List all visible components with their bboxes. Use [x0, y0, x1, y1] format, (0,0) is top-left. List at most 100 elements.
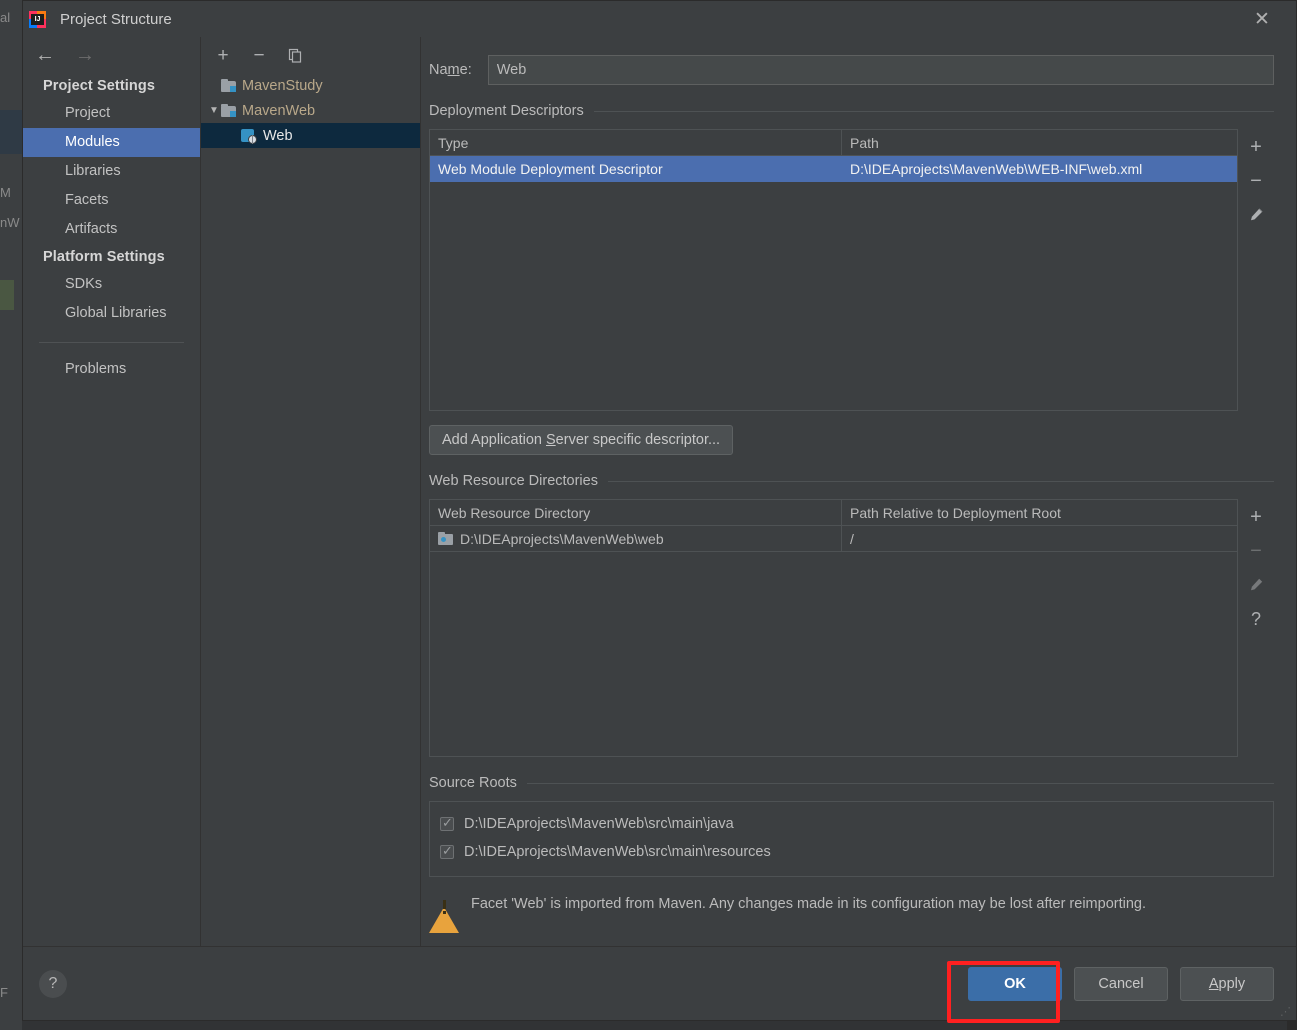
btn-label-post: erver specific descriptor...	[555, 432, 721, 448]
section-divider	[526, 782, 1274, 784]
btn-label-mnemonic: S	[546, 432, 556, 448]
help-button[interactable]: ?	[39, 969, 67, 998]
table-row[interactable]: Web Module Deployment Descriptor D:\IDEA…	[430, 156, 1237, 182]
cell-relative-path: /	[850, 530, 854, 547]
column-header-type[interactable]: Type	[430, 130, 842, 155]
edit-web-resource-button[interactable]	[1242, 571, 1270, 599]
edit-descriptor-button[interactable]	[1242, 201, 1270, 229]
facet-warning-row: Facet 'Web' is imported from Maven. Any …	[429, 891, 1274, 933]
name-label-pre: Na	[429, 62, 448, 78]
cell-web-resource-directory: D:\IDEAprojects\MavenWeb\web	[430, 526, 842, 551]
sidebar-divider	[39, 342, 184, 343]
add-web-resource-button[interactable]: +	[1242, 503, 1270, 531]
sidebar-item-libraries[interactable]: Libraries	[23, 157, 200, 186]
cancel-button[interactable]: Cancel	[1074, 966, 1168, 1001]
app-icon-text: IJ	[31, 13, 44, 25]
cell-path: D:\IDEAprojects\MavenWeb\WEB-INF\web.xml	[850, 161, 1143, 177]
module-icon	[221, 79, 236, 92]
table-row[interactable]: D:\IDEAprojects\MavenWeb\web /	[430, 526, 1237, 552]
section-divider	[593, 110, 1274, 112]
tree-node-label: Web	[263, 127, 293, 144]
web-resource-directories-section: Web Resource Directories Web Resource Di…	[429, 473, 1274, 757]
cell-type: Web Module Deployment Descriptor	[438, 161, 663, 177]
back-arrow-icon[interactable]: ←	[35, 45, 55, 65]
module-tree-toolbar: + −	[201, 37, 420, 73]
background-selected-row	[0, 110, 22, 154]
web-resource-help-button[interactable]: ?	[1242, 605, 1270, 633]
ok-button[interactable]: OK	[968, 966, 1062, 1001]
background-left-strip	[0, 0, 22, 1030]
tree-node-label: MavenStudy	[242, 77, 323, 94]
remove-module-button[interactable]: −	[249, 45, 269, 65]
sidebar-item-modules[interactable]: Modules	[23, 128, 200, 157]
deployment-descriptors-toolbar: + −	[1238, 129, 1274, 411]
add-descriptor-button[interactable]: +	[1242, 133, 1270, 161]
name-input[interactable]	[487, 55, 1274, 85]
column-header-path-relative[interactable]: Path Relative to Deployment Root	[842, 500, 1237, 525]
dialog-body: ← → Project Settings Project Modules Lib…	[23, 37, 1296, 946]
remove-descriptor-button[interactable]: −	[1242, 167, 1270, 195]
tree-row[interactable]: MavenStudy	[201, 73, 420, 98]
sidebar-item-problems[interactable]: Problems	[23, 355, 200, 384]
dialog-footer: ? OK Cancel Apply ⋰	[23, 946, 1296, 1020]
intellij-idea-icon: IJ	[29, 10, 46, 28]
warning-triangle-icon	[429, 891, 459, 933]
deployment-descriptors-title: Deployment Descriptors	[429, 103, 584, 119]
deployment-descriptors-header: Deployment Descriptors	[429, 103, 1274, 119]
sidebar-navigation-arrows: ← →	[23, 37, 200, 73]
deployment-descriptors-table: Type Path Web Module Deployment Descript…	[429, 129, 1238, 411]
add-server-descriptor-row: Add Application Server specific descript…	[429, 425, 1274, 455]
name-label-post: e:	[459, 62, 472, 78]
sidebar-item-sdks[interactable]: SDKs	[23, 270, 200, 299]
web-resource-table-wrap: Web Resource Directory Path Relative to …	[429, 499, 1274, 757]
remove-web-resource-button[interactable]: −	[1242, 537, 1270, 565]
copy-module-icon[interactable]	[285, 45, 305, 65]
apply-button[interactable]: Apply	[1180, 966, 1274, 1001]
web-facet-icon	[241, 128, 257, 144]
source-root-item[interactable]: D:\IDEAprojects\MavenWeb\src\main\resour…	[440, 838, 1265, 866]
tree-node-label: MavenWeb	[242, 102, 316, 119]
web-resource-directories-header: Web Resource Directories	[429, 473, 1274, 489]
module-tree-panel: + − MavenStudy ▼ MavenWeb Web	[201, 37, 421, 946]
apply-label-post: pply	[1218, 975, 1246, 992]
table-header-row: Web Resource Directory Path Relative to …	[430, 500, 1237, 526]
web-resource-folder-icon	[438, 532, 453, 545]
dialog-titlebar: IJ Project Structure ✕	[23, 1, 1296, 37]
source-root-checkbox[interactable]	[440, 843, 454, 859]
sidebar-item-facets[interactable]: Facets	[23, 186, 200, 215]
table-body: Web Module Deployment Descriptor D:\IDEA…	[430, 156, 1237, 410]
source-root-label: D:\IDEAprojects\MavenWeb\src\main\resour…	[464, 844, 771, 860]
column-header-path[interactable]: Path	[842, 130, 1237, 155]
background-text-fragment-2: M	[0, 185, 11, 200]
background-green-marker	[0, 280, 14, 310]
resize-grip[interactable]: ⋰	[1280, 1005, 1292, 1018]
tree-row[interactable]: ▼ MavenWeb	[201, 98, 420, 123]
source-root-item[interactable]: D:\IDEAprojects\MavenWeb\src\main\java	[440, 810, 1265, 838]
module-icon	[221, 104, 236, 117]
deployment-descriptors-table-wrap: Type Path Web Module Deployment Descript…	[429, 129, 1274, 411]
facet-warning-text: Facet 'Web' is imported from Maven. Any …	[471, 896, 1146, 912]
source-root-checkbox[interactable]	[440, 815, 454, 831]
source-roots-header: Source Roots	[429, 775, 1274, 791]
web-resource-directories-toolbar: + − ?	[1238, 499, 1274, 757]
btn-label-pre: Add Application	[442, 432, 546, 448]
facet-settings-panel: Name: Deployment Descriptors Type Path	[421, 37, 1296, 946]
tree-row-web-facet[interactable]: Web	[201, 123, 420, 148]
sidebar-group-platform-settings: Platform Settings	[43, 249, 165, 265]
name-label: Name:	[429, 62, 472, 78]
dialog-title: Project Structure	[60, 10, 172, 28]
web-resource-directories-title: Web Resource Directories	[429, 473, 598, 489]
forward-arrow-icon[interactable]: →	[75, 45, 95, 65]
column-header-web-resource-directory[interactable]: Web Resource Directory	[430, 500, 842, 525]
sidebar-item-artifacts[interactable]: Artifacts	[23, 215, 200, 244]
add-module-button[interactable]: +	[213, 45, 233, 65]
name-row: Name:	[429, 55, 1274, 85]
sidebar-item-global-libraries[interactable]: Global Libraries	[23, 299, 200, 328]
tree-twisty-expanded-icon[interactable]: ▼	[207, 105, 221, 116]
footer-actions: OK Cancel Apply	[968, 966, 1274, 1001]
add-application-server-descriptor-button[interactable]: Add Application Server specific descript…	[429, 425, 734, 455]
sidebar-item-project[interactable]: Project	[23, 99, 200, 128]
web-resource-directories-table: Web Resource Directory Path Relative to …	[429, 499, 1238, 757]
section-divider	[607, 480, 1274, 482]
close-icon[interactable]: ✕	[1250, 7, 1274, 31]
